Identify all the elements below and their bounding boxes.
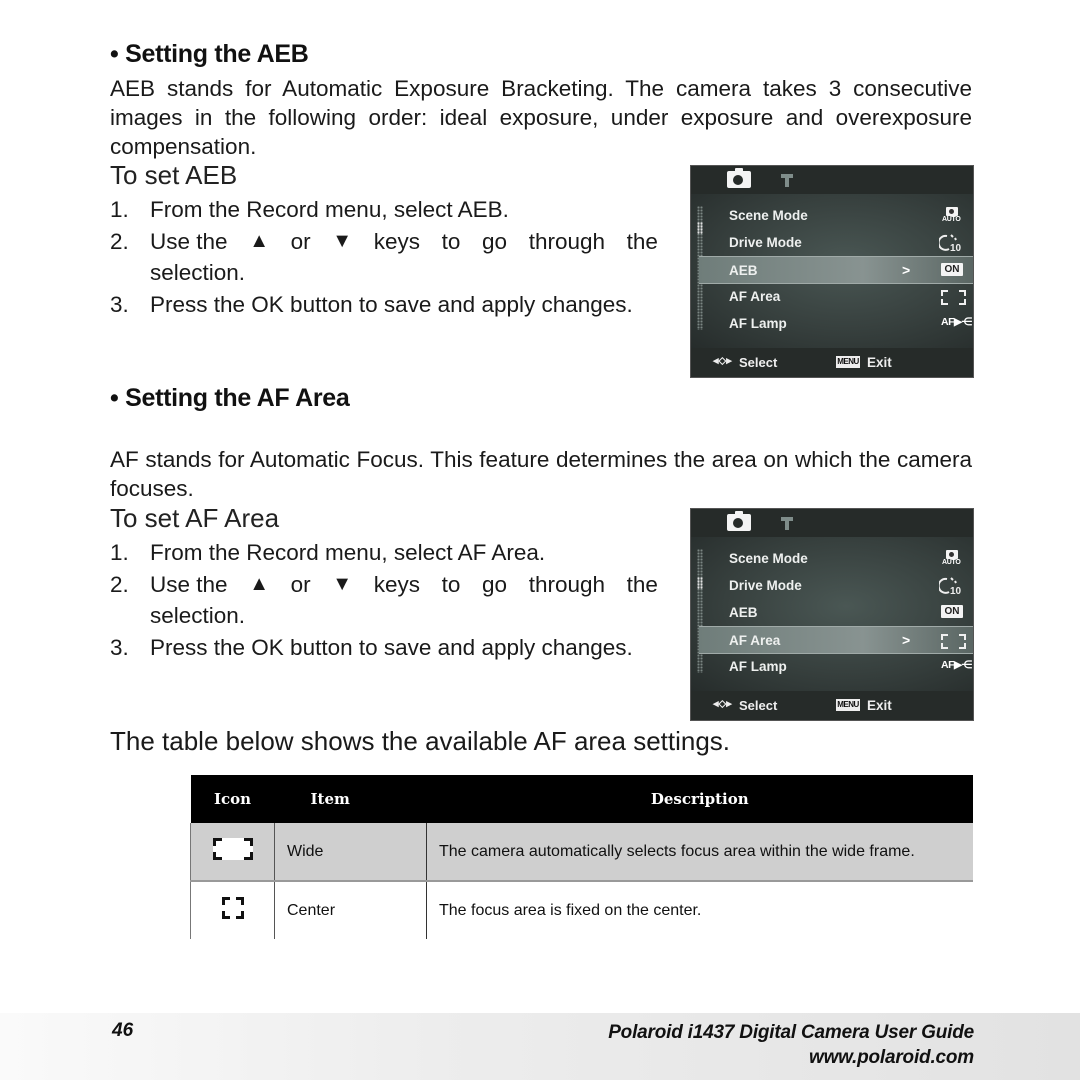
down-arrow-icon: ▼ [332, 572, 353, 595]
self-timer-icon: 10 [939, 234, 962, 252]
auto-scene-icon: AUTO [939, 205, 969, 225]
page-footer: 46 Polaroid i1437 Digital Camera User Gu… [0, 1013, 1080, 1080]
menu-item-af-area[interactable]: AF Area > [699, 626, 973, 654]
af-lamp-icon: AF▶⋲ [941, 659, 972, 671]
menu-item-aeb[interactable]: AEB ON [719, 599, 969, 625]
table-intro: The table below shows the available AF a… [110, 726, 731, 756]
self-timer-icon: 10 [939, 577, 962, 595]
step-item: 1. From the Record menu, select AF Area. [110, 540, 546, 565]
af-steps-list: 1. From the Record menu, select AF Area.… [110, 537, 658, 663]
wrench-icon[interactable] [779, 172, 795, 188]
step-item: 3. Press the OK button to save and apply… [110, 291, 633, 317]
camera-menu-footer: ◂⬦▸ Select MENU Exit [691, 691, 973, 720]
down-arrow-icon: ▼ [332, 229, 353, 252]
af-area-table: Icon Item Description Wide The camera au… [190, 775, 973, 939]
table-header-row: Icon Item Description [190, 775, 973, 823]
af-wide-icon [190, 823, 275, 882]
step-item: 2. Use the ▲ or ▼ keys to go through the sel… [110, 226, 658, 289]
camera-menu-screen-af-area: Scene Mode AUTO Drive Mode 10 AEB ON AF … [690, 508, 974, 721]
menu-item-aeb[interactable]: AEB > ON [699, 256, 973, 284]
af-wide-icon [939, 286, 969, 306]
step-item: 2. Use the ▲ or ▼ keys to go through the sel… [110, 569, 658, 632]
scrollbar-thumb[interactable] [697, 577, 703, 589]
af-subheading: To set AF Area [110, 503, 280, 533]
footer-title: Polaroid i1437 Digital Camera User Guide… [608, 1020, 974, 1070]
on-badge-icon: ON [939, 260, 969, 280]
on-badge-icon: ON [939, 602, 969, 622]
camera-menu-tab-bar [691, 166, 973, 194]
menu-item-af-area[interactable]: AF Area [719, 283, 969, 309]
page-number: 46 [112, 1020, 134, 1041]
table-cell-description: The focus area is fixed on the center. [426, 881, 973, 939]
table-row: Center The focus area is fixed on the ce… [190, 881, 973, 939]
up-arrow-icon: ▲ [249, 229, 269, 252]
menu-item-scene-mode[interactable]: Scene Mode AUTO [719, 545, 969, 571]
chevron-right-icon: > [902, 632, 911, 648]
table-cell-item: Wide [274, 823, 427, 882]
section-heading-aeb: • Setting the AEB [110, 40, 309, 68]
guide-title: Polaroid i1437 Digital Camera User Guide [608, 1022, 974, 1043]
menu-item-drive-mode[interactable]: Drive Mode 10 [719, 229, 969, 255]
section-heading-af-area: • Setting the AF Area [110, 384, 350, 412]
step-item: 1. From the Record menu, select AEB. [110, 197, 509, 222]
table-cell-item: Center [274, 881, 427, 939]
website-link[interactable]: www.polaroid.com [608, 1045, 974, 1070]
table-cell-description: The camera automatically selects focus a… [426, 823, 973, 882]
wrench-icon[interactable] [779, 515, 795, 531]
menu-item-drive-mode[interactable]: Drive Mode 10 [719, 572, 969, 598]
up-arrow-icon: ▲ [249, 572, 269, 595]
camera-menu-tab-bar [691, 509, 973, 537]
table-row: Wide The camera automatically selects fo… [190, 823, 973, 882]
menu-item-af-lamp[interactable]: AF Lamp AF▶⋲ [719, 310, 972, 336]
menu-button-icon: MENU [836, 699, 860, 711]
dpad-icon: ◂⬦▸ [713, 698, 732, 710]
svg-text:10: 10 [950, 586, 962, 595]
auto-scene-icon: AUTO [939, 548, 969, 568]
dpad-icon: ◂⬦▸ [713, 355, 732, 367]
af-lamp-icon: AF▶⋲ [941, 316, 972, 328]
camera-icon[interactable] [727, 511, 751, 531]
camera-menu-screen-aeb: Scene Mode AUTO Drive Mode 10 AEB > ON A… [690, 165, 974, 378]
af-wide-icon [939, 630, 969, 650]
column-header-description: Description [426, 775, 973, 823]
svg-text:10: 10 [950, 243, 962, 252]
column-header-icon: Icon [190, 775, 275, 823]
menu-button-icon: MENU [836, 356, 860, 368]
menu-item-scene-mode[interactable]: Scene Mode AUTO [719, 202, 969, 228]
af-center-icon [190, 881, 275, 939]
aeb-steps-list: 1. From the Record menu, select AEB. 2. … [110, 194, 658, 320]
camera-menu-footer: ◂⬦▸ Select MENU Exit [691, 348, 973, 377]
af-intro-paragraph: AF stands for Automatic Focus. This feat… [110, 447, 972, 501]
aeb-intro-paragraph: AEB stands for Automatic Exposure Bracke… [110, 76, 972, 159]
scrollbar-thumb[interactable] [697, 222, 703, 234]
menu-item-af-lamp[interactable]: AF Lamp AF▶⋲ [719, 653, 972, 679]
aeb-subheading: To set AEB [110, 160, 238, 190]
chevron-right-icon: > [902, 262, 911, 278]
camera-icon[interactable] [727, 168, 751, 188]
column-header-item: Item [274, 775, 427, 823]
step-item: 3. Press the OK button to save and apply… [110, 634, 633, 660]
scrollbar[interactable] [697, 549, 703, 673]
